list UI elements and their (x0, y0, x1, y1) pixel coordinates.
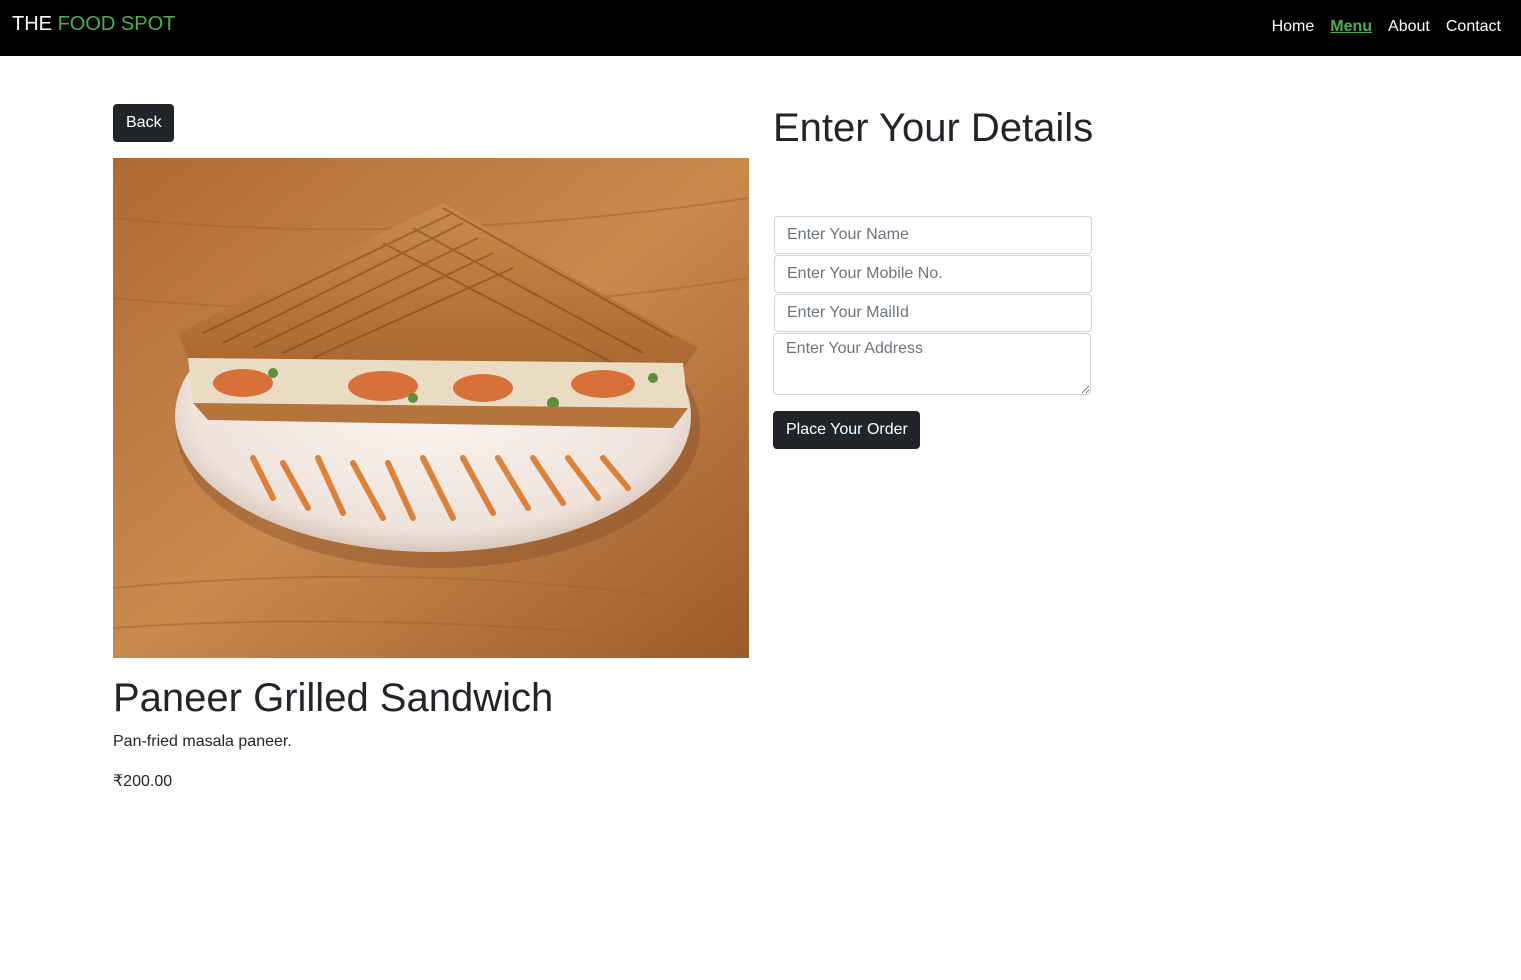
address-input[interactable] (773, 333, 1091, 395)
food-image (113, 158, 749, 658)
nav-contact[interactable]: Contact (1446, 16, 1501, 38)
food-description: Pan-fried masala paneer. (113, 733, 292, 750)
food-price: ₹200.00 (113, 773, 173, 790)
email-input[interactable] (774, 294, 1092, 332)
food-name: Paneer Grilled Sandwich (113, 676, 554, 720)
mobile-input[interactable] (774, 255, 1092, 293)
brand-accent: FOOD SPOT (57, 13, 176, 35)
form-title: Enter Your Details (773, 106, 1094, 150)
place-order-button[interactable]: Place Your Order (773, 411, 920, 449)
name-input[interactable] (774, 216, 1092, 254)
brand-prefix: THE (12, 13, 52, 35)
nav-menu[interactable]: Menu (1330, 16, 1372, 38)
brand-logo[interactable]: THE FOOD SPOT (12, 12, 175, 36)
nav-home[interactable]: Home (1272, 16, 1315, 38)
navbar: THE FOOD SPOT Home Menu About Contact (0, 0, 1521, 56)
nav-about[interactable]: About (1388, 16, 1430, 38)
back-button[interactable]: Back (113, 104, 174, 142)
nav-links: Home Menu About Contact (1272, 16, 1501, 38)
